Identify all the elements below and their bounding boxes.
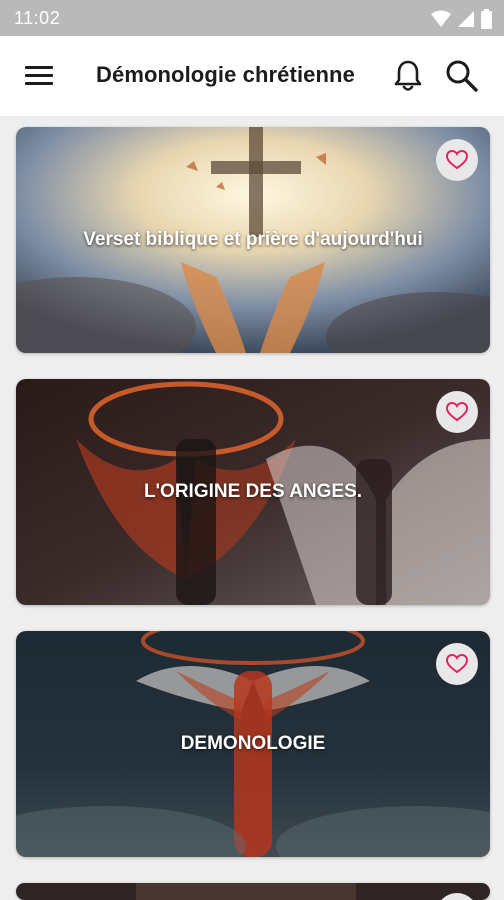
card-title: L'ORIGINE DES ANGES. <box>143 481 363 502</box>
card-title: Verset biblique et prière d'aujourd'hui <box>83 229 423 250</box>
card-image-partial <box>16 883 490 900</box>
heart-outline-icon <box>446 150 468 170</box>
menu-button[interactable] <box>22 60 58 92</box>
card-origin-of-angels[interactable]: L'ORIGINE DES ANGES. <box>16 379 490 605</box>
favorite-button[interactable] <box>436 391 478 433</box>
page-title: Démonologie chrétienne <box>96 62 355 87</box>
search-button[interactable] <box>442 56 482 96</box>
card-partial[interactable] <box>16 883 490 900</box>
card-title: DEMONOLOGIE <box>180 733 326 754</box>
bell-icon <box>394 60 422 91</box>
card-demonology[interactable]: DEMONOLOGIE <box>16 631 490 857</box>
card-daily-verse[interactable]: Verset biblique et prière d'aujourd'hui <box>16 127 490 353</box>
notifications-button[interactable] <box>390 56 426 96</box>
favorite-button[interactable] <box>436 643 478 685</box>
heart-outline-icon <box>446 654 468 674</box>
heart-outline-icon <box>446 402 468 422</box>
signal-icon <box>458 11 474 27</box>
search-icon <box>446 60 478 92</box>
status-time: 11:02 <box>14 8 61 28</box>
favorite-button[interactable] <box>436 139 478 181</box>
hamburger-menu-icon <box>25 66 53 85</box>
status-bar: 11:02 <box>0 0 504 36</box>
app-bar: Démonologie chrétienne <box>0 36 504 116</box>
battery-icon <box>481 9 492 29</box>
wifi-icon <box>431 10 451 27</box>
status-icons <box>431 9 492 29</box>
